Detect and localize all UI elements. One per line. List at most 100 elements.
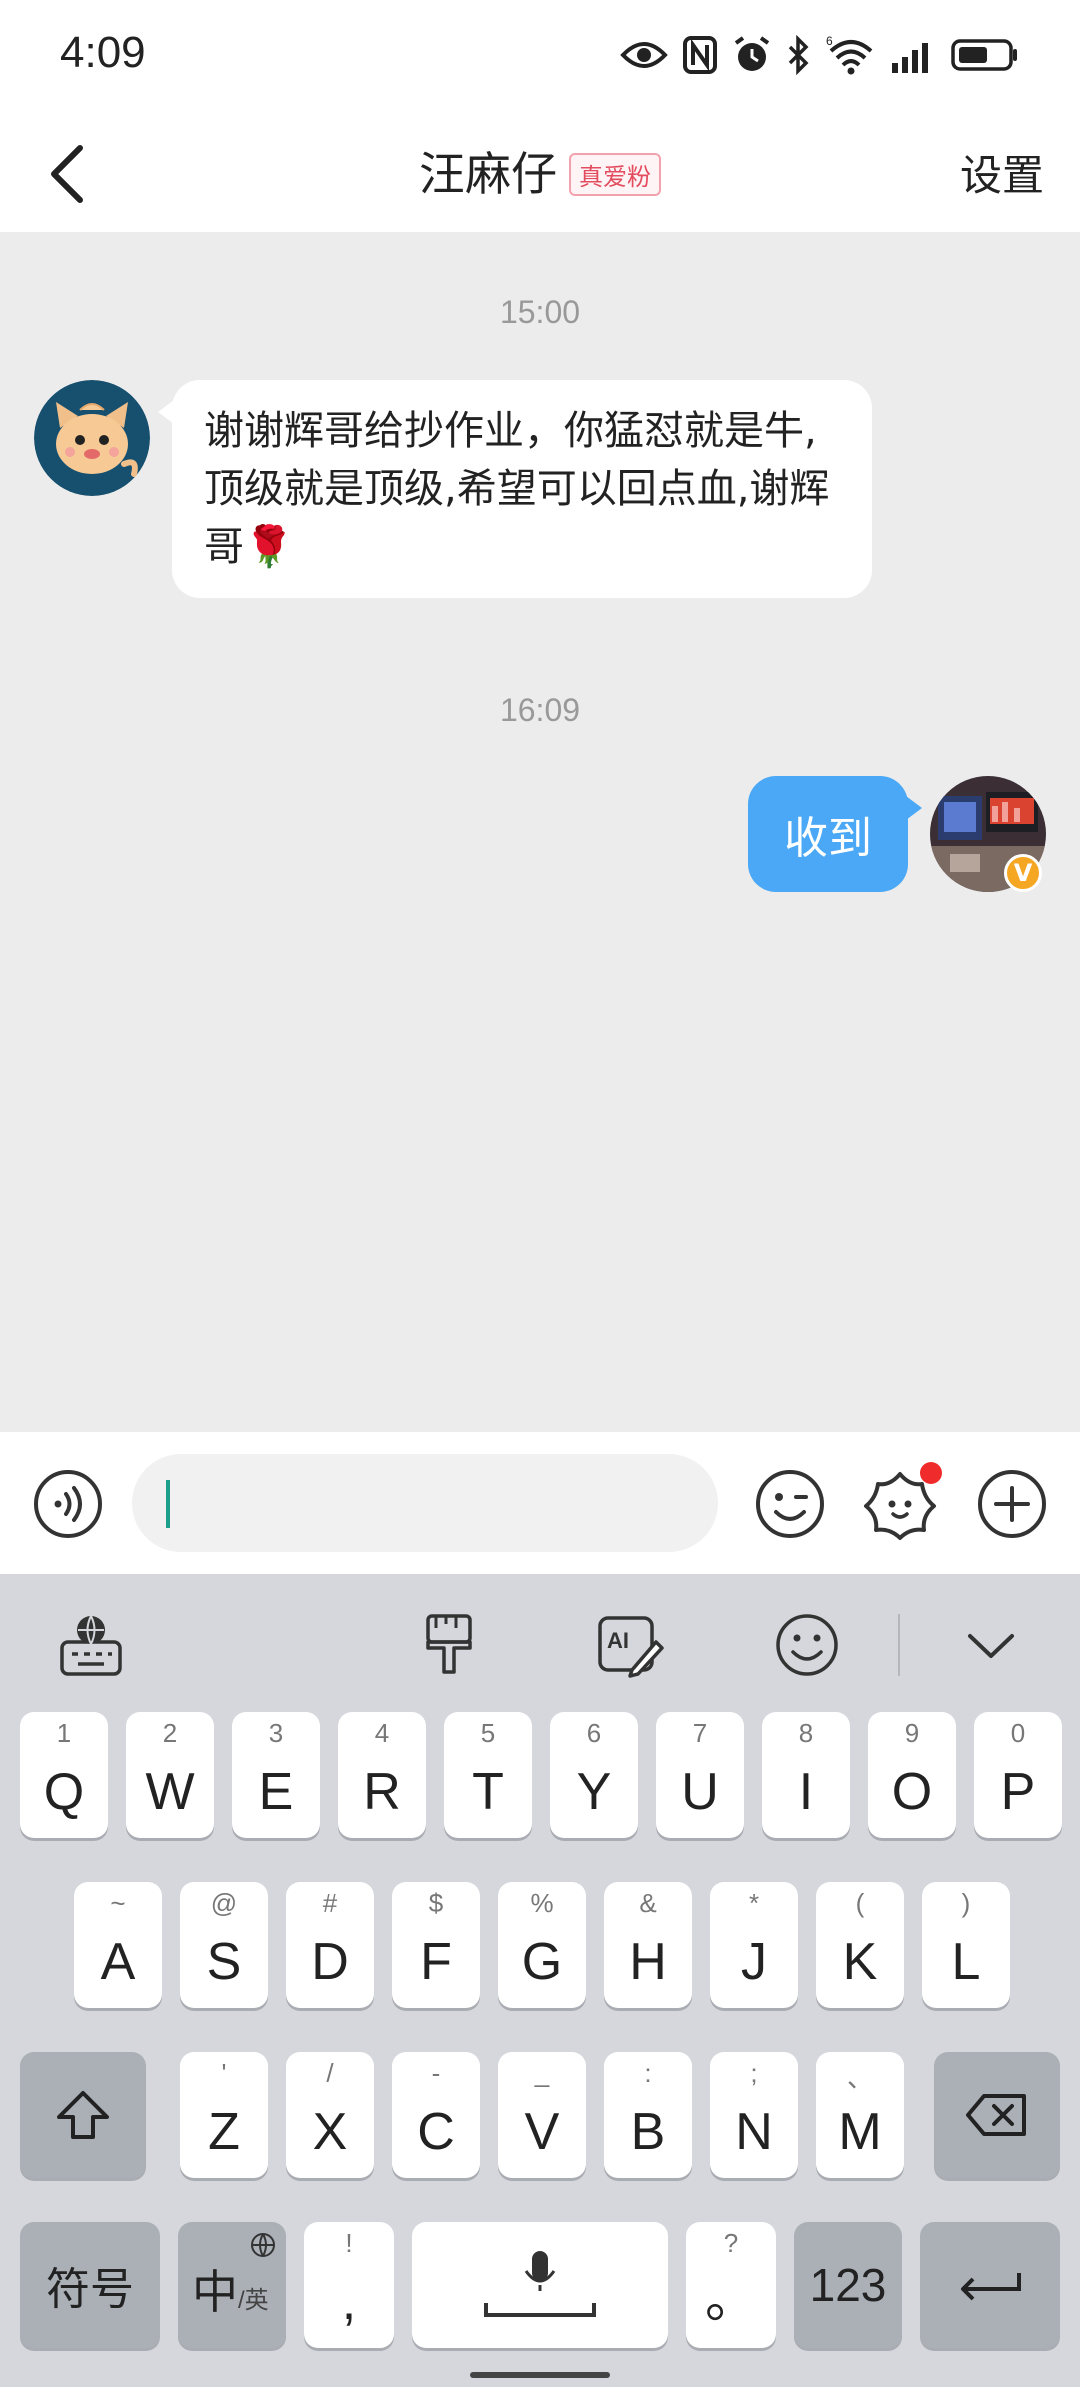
- voice-button[interactable]: [30, 1466, 106, 1542]
- ai-write-button[interactable]: AI: [594, 1610, 664, 1680]
- verified-badge: V: [1004, 854, 1042, 892]
- key-l[interactable]: ) L: [922, 1882, 1010, 2008]
- shift-arrow-icon: [57, 2091, 109, 2139]
- key-j[interactable]: * J: [710, 1882, 798, 2008]
- key-label: R: [363, 1763, 401, 1821]
- message-bubble-incoming[interactable]: 谢谢辉哥给抄作业，你猛怼就是牛,顶级就是顶级,希望可以回点血,谢辉哥🌹: [158, 380, 872, 598]
- key-sub-label: 3: [268, 1718, 284, 1748]
- key-o[interactable]: 9O: [868, 1712, 956, 1838]
- status-icons: 6: [620, 30, 1020, 80]
- key-sub-label: 4: [374, 1718, 390, 1748]
- key-label: N: [735, 2103, 773, 2161]
- status-time: 4:09: [60, 28, 146, 77]
- key-e[interactable]: 3E: [232, 1712, 320, 1838]
- key-a[interactable]: ~ A: [74, 1882, 162, 2008]
- key-g[interactable]: % G: [498, 1882, 586, 2008]
- key-sub-label: %: [530, 1888, 554, 1918]
- enter-key[interactable]: [920, 2222, 1060, 2348]
- backspace-key[interactable]: [934, 2052, 1060, 2178]
- sticker-button[interactable]: [862, 1462, 942, 1542]
- key-v[interactable]: _ V: [498, 2052, 586, 2178]
- key-sub-label: 9: [904, 1718, 920, 1748]
- key-y[interactable]: 6Y: [550, 1712, 638, 1838]
- timestamp: 15:00: [499, 294, 581, 330]
- key-u[interactable]: 7U: [656, 1712, 744, 1838]
- more-button[interactable]: [974, 1466, 1050, 1542]
- microphone-space-icon: [484, 2251, 596, 2317]
- comma-key[interactable]: ! ,: [304, 2222, 394, 2348]
- key-label: T: [472, 1763, 504, 1821]
- status-bar: 4:09 6: [0, 0, 1080, 110]
- key-label: U: [681, 1763, 719, 1821]
- shift-key-inner: [20, 2052, 146, 2178]
- chat-title: 汪麻仔: [419, 147, 557, 201]
- key-label: Y: [576, 1763, 612, 1821]
- key-i[interactable]: 8I: [762, 1712, 850, 1838]
- hide-keyboard-button[interactable]: [956, 1610, 1026, 1680]
- key-sub-label: ~: [110, 1888, 126, 1918]
- key-label: W: [145, 1763, 195, 1821]
- key-d[interactable]: # D: [286, 1882, 374, 2008]
- key-z[interactable]: ' Z: [180, 2052, 268, 2178]
- symbols-key[interactable]: 符号: [20, 2222, 160, 2348]
- key-w[interactable]: 2W: [126, 1712, 214, 1838]
- contact-avatar[interactable]: [34, 380, 150, 496]
- key-t[interactable]: 5T: [444, 1712, 532, 1838]
- signal-icon: [892, 43, 928, 73]
- key-k[interactable]: (K: [816, 1882, 904, 2008]
- key-label: 。: [704, 2271, 757, 2329]
- space-key-inner: [412, 2222, 668, 2348]
- key-p[interactable]: 0P: [974, 1712, 1062, 1838]
- key-c[interactable]: -C: [392, 2052, 480, 2178]
- key-n[interactable]: ; N: [710, 2052, 798, 2178]
- period-key[interactable]: ? 。: [686, 2222, 776, 2348]
- title-wrap: 汪麻仔 真爱粉: [0, 138, 1080, 204]
- key-h[interactable]: & H: [604, 1882, 692, 2008]
- key-r[interactable]: 4R: [338, 1712, 426, 1838]
- key-label: Q: [43, 1763, 85, 1821]
- key-label: G: [521, 1933, 563, 1991]
- chat-header: 汪麻仔 真爱粉 设置: [0, 110, 1080, 232]
- keyboard: AI 1Q 2W 3E 4R 5T 6Y 7U 8I 9O 0P ~ A @ S #…: [0, 1574, 1080, 2387]
- key-sub-label: &: [639, 1888, 657, 1918]
- key-s[interactable]: @ S: [180, 1882, 268, 2008]
- emoji-button[interactable]: [752, 1466, 828, 1542]
- battery-icon: [951, 39, 1017, 71]
- message-bubble-outgoing[interactable]: 收到: [748, 776, 922, 892]
- key-sub-label: 6: [586, 1718, 602, 1748]
- language-key[interactable]: 中 /英: [178, 2222, 286, 2348]
- key-label: M: [838, 2103, 882, 2161]
- key-f[interactable]: $ F: [392, 1882, 480, 2008]
- eye-icon: [620, 42, 668, 68]
- enter-key-inner: [920, 2222, 1060, 2348]
- message-input[interactable]: [132, 1454, 718, 1552]
- key-m[interactable]: 、 M: [816, 2052, 904, 2178]
- key-sub-label: ': [221, 2058, 227, 2088]
- key-label: C: [417, 2103, 455, 2161]
- key-b[interactable]: :B: [604, 2052, 692, 2178]
- key-sub-label: 1: [56, 1718, 72, 1748]
- numbers-key[interactable]: 123: [794, 2222, 902, 2348]
- key-label: B: [630, 2103, 666, 2161]
- keyboard-emoji-button[interactable]: [772, 1610, 842, 1680]
- key-label: P: [1000, 1763, 1036, 1821]
- key-label: I: [798, 1763, 814, 1821]
- key-label: V: [524, 2103, 560, 2161]
- theme-brush-button[interactable]: [414, 1610, 484, 1680]
- backspace-icon: [966, 2094, 1026, 2136]
- settings-button[interactable]: 设置: [960, 142, 1044, 203]
- key-sub-label: _: [534, 2058, 550, 2088]
- shift-key[interactable]: [20, 2052, 146, 2178]
- key-sub-label: ): [961, 1888, 971, 1918]
- numbers-key-label: 123: [809, 2259, 887, 2311]
- key-sub-label: /: [326, 2058, 334, 2088]
- space-key[interactable]: [412, 2222, 668, 2348]
- key-label: D: [311, 1933, 349, 1991]
- key-x[interactable]: / X: [286, 2052, 374, 2178]
- key-label: J: [741, 1933, 767, 1991]
- svg-text:AI: AI: [607, 1628, 629, 1653]
- key-q[interactable]: 1Q: [20, 1712, 108, 1838]
- key-sub-label: !: [345, 2228, 353, 2258]
- keyboard-switch-button[interactable]: [56, 1610, 126, 1680]
- enter-arrow-icon: [961, 2273, 1021, 2301]
